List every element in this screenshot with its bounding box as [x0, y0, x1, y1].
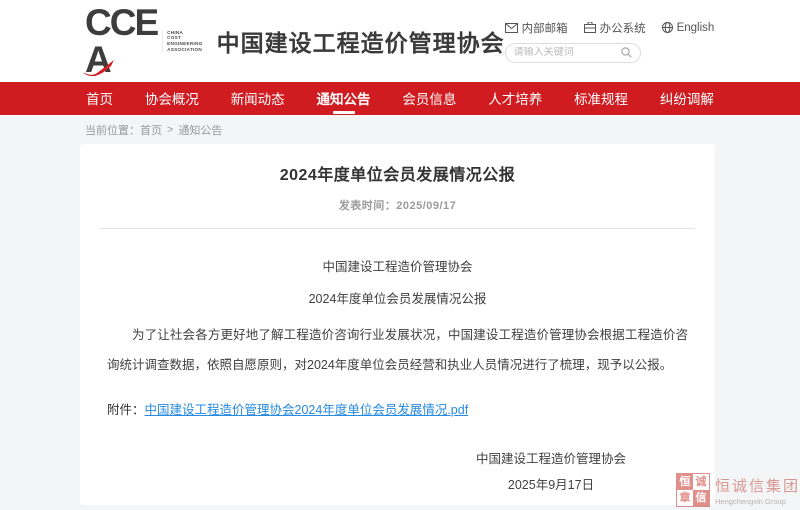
signature-name: 中国建设工程造价管理协会	[476, 446, 626, 472]
watermark-name-en: Hengchengxin Group	[715, 497, 800, 506]
attachment-pdf-link[interactable]: 中国建设工程造价管理协会2024年度单位会员发展情况.pdf	[145, 399, 469, 418]
watermark-name: 恒诚信集团	[715, 475, 800, 496]
article-panel: 2024年度单位会员发展情况公报 发表时间：2025/09/17 中国建设工程造…	[80, 144, 715, 505]
article-paragraph: 为了让社会各方更好地了解工程造价咨询行业发展状况，中国建设工程造价管理协会根据工…	[107, 320, 688, 380]
breadcrumb-current[interactable]: 通知公告	[178, 122, 222, 138]
search-box	[505, 43, 641, 63]
nav-item-notices[interactable]: 通知公告	[317, 82, 371, 115]
nav-item-dispute-mediation[interactable]: 纠纷调解	[660, 82, 714, 115]
attachment-row: 附件： 中国建设工程造价管理协会2024年度单位会员发展情况.pdf	[107, 399, 688, 418]
breadcrumb: 当前位置： 首页 > 通知公告	[0, 115, 800, 144]
watermark-text: 恒诚信集团 Hengchengxin Group	[715, 475, 800, 506]
search-input[interactable]	[514, 47, 621, 58]
site-title: 中国建设工程造价管理协会	[217, 24, 505, 58]
logo-subtitle: CHINA COST ENGINEERING ASSOCIATION	[162, 30, 202, 52]
main-nav: 首页 协会概况 新闻动态 通知公告 会员信息 人才培养 标准规程 纠纷调解	[0, 82, 800, 115]
article-heading-line2: 2024年度单位会员发展情况公报	[107, 288, 688, 307]
article-date-value: 2025/09/17	[396, 200, 456, 212]
nav-item-standards[interactable]: 标准规程	[574, 82, 628, 115]
link-english[interactable]: English	[662, 20, 715, 36]
site-logo[interactable]: CCEA CHINA COST ENGINEERING ASSOCIATION …	[85, 4, 505, 78]
site-header: CCEA CHINA COST ENGINEERING ASSOCIATION …	[0, 0, 800, 82]
quick-links: 内部邮箱 办公系统 English	[505, 20, 715, 36]
globe-icon	[662, 22, 673, 33]
breadcrumb-separator: >	[167, 124, 173, 136]
link-internal-mail[interactable]: 内部邮箱	[505, 20, 568, 36]
signature-date: 2025年9月17日	[476, 472, 626, 498]
nav-item-news[interactable]: 新闻动态	[231, 82, 285, 115]
header-tools: 内部邮箱 办公系统 English	[505, 20, 715, 63]
breadcrumb-home[interactable]: 首页	[140, 122, 162, 138]
search-icon[interactable]	[621, 47, 632, 58]
nav-item-talent-training[interactable]: 人才培养	[488, 82, 542, 115]
mail-icon	[505, 23, 518, 33]
link-office-system[interactable]: 办公系统	[584, 20, 646, 36]
logo-red-swoosh-icon	[81, 59, 115, 77]
nav-item-home[interactable]: 首页	[86, 82, 113, 115]
title-divider	[100, 228, 695, 229]
signature-block: 中国建设工程造价管理协会 2025年9月17日	[476, 446, 626, 498]
nav-item-member-info[interactable]: 会员信息	[402, 82, 456, 115]
article-heading-line1: 中国建设工程造价管理协会	[107, 256, 688, 275]
logo-ccea: CCEA	[85, 4, 157, 78]
article-date-label: 发表时间：	[339, 200, 397, 212]
article-title: 2024年度单位会员发展情况公报	[80, 144, 715, 185]
attachment-label: 附件：	[107, 399, 145, 418]
breadcrumb-label: 当前位置：	[85, 122, 140, 138]
article-date: 发表时间：2025/09/17	[80, 197, 715, 213]
office-icon	[584, 22, 596, 33]
article-body: 中国建设工程造价管理协会 2024年度单位会员发展情况公报 为了让社会各方更好地…	[80, 256, 715, 498]
nav-item-association-overview[interactable]: 协会概况	[145, 82, 199, 115]
